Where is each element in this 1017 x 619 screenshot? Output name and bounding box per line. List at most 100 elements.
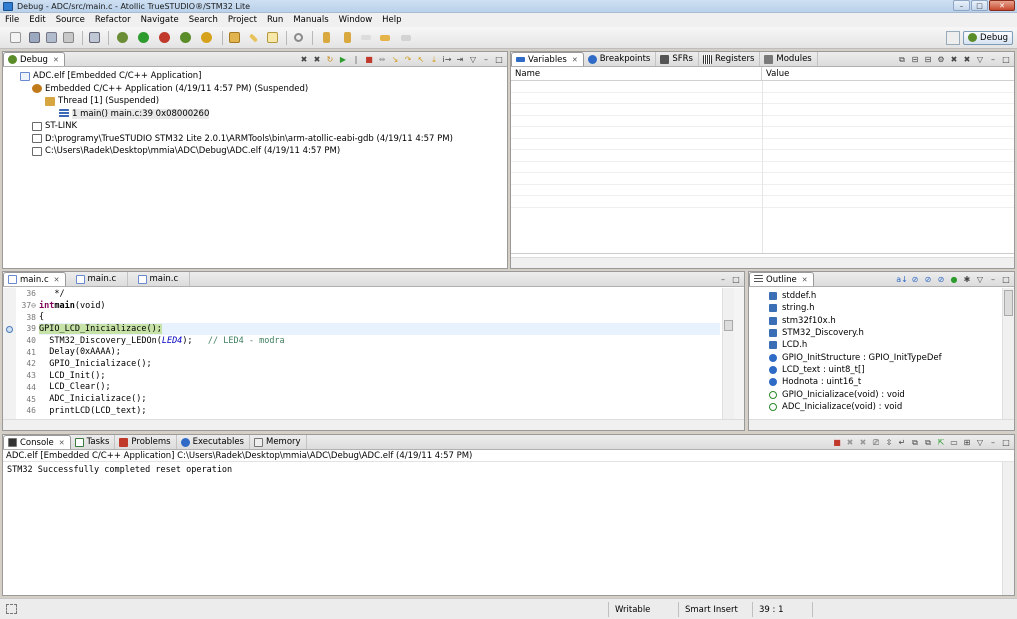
fast-view-icon[interactable]	[6, 604, 17, 614]
build-icon[interactable]	[87, 31, 101, 45]
search-icon[interactable]	[291, 31, 305, 45]
show-logical-icon[interactable]: ⊟	[910, 55, 920, 65]
display-console-icon[interactable]: ▭	[949, 438, 959, 448]
new-icon[interactable]	[6, 31, 24, 45]
restart-icon[interactable]: ↻	[325, 55, 335, 65]
tab-registers[interactable]: Registers	[699, 52, 761, 66]
maximize-view-icon[interactable]: □	[731, 275, 741, 285]
remove-all-icon[interactable]: ✖	[962, 55, 972, 65]
debug-icon[interactable]	[176, 31, 194, 45]
minimize-button[interactable]: –	[953, 0, 970, 11]
open-perspective-icon[interactable]	[946, 30, 961, 45]
menu-search[interactable]: Search	[184, 15, 223, 25]
group-icon[interactable]: ✱	[962, 275, 972, 285]
add-variable-icon[interactable]: ⚙	[936, 55, 946, 65]
terminate-icon[interactable]: ■	[364, 55, 374, 65]
maximize-button[interactable]: □	[971, 0, 988, 11]
tab-sfrs[interactable]: SFRs	[656, 52, 699, 66]
maximize-view-icon[interactable]: □	[1001, 55, 1011, 65]
resume-icon[interactable]: ▶	[338, 55, 348, 65]
tree-item-stack-frame[interactable]: 1 main() main.c:39 0x08000260	[9, 108, 453, 121]
scrollbar-thumb[interactable]	[1004, 290, 1013, 316]
collapse-all-icon[interactable]: ⊟	[923, 55, 933, 65]
menu-window[interactable]: Window	[334, 15, 378, 25]
outline-horizontal-scrollbar[interactable]	[749, 419, 1014, 430]
minimize-view-icon[interactable]: –	[988, 55, 998, 65]
close-icon[interactable]: ✕	[572, 56, 578, 64]
hide-static-icon[interactable]: ⊘	[923, 275, 933, 285]
debug-perspective-button[interactable]: Debug	[963, 30, 1013, 45]
menu-navigate[interactable]: Navigate	[136, 15, 184, 25]
code-editor[interactable]: */ int main (void) { GPIO_LCD_Inicializac…	[39, 288, 720, 419]
use-step-filters-icon[interactable]: ⇥	[455, 55, 465, 65]
tree-item-elf[interactable]: C:\Users\Radek\Desktop\mmia\ADC\Debug\AD…	[9, 145, 453, 158]
outline-item[interactable]: stddef.h	[769, 290, 942, 302]
prev-annotation-icon[interactable]	[338, 31, 356, 45]
console-output[interactable]: STM32 Successfully completed reset opera…	[7, 465, 232, 475]
remove-icon[interactable]: ✖	[949, 55, 959, 65]
outline-item[interactable]: STM32_Discovery.h	[769, 327, 942, 339]
overview-ruler[interactable]	[734, 288, 744, 419]
build-config-icon[interactable]	[113, 31, 131, 45]
sort-icon[interactable]: a↓	[896, 275, 908, 285]
minimize-view-icon[interactable]: –	[988, 275, 998, 285]
menu-file[interactable]: File	[0, 15, 24, 25]
maximize-view-icon[interactable]: □	[1001, 275, 1011, 285]
horizontal-scrollbar[interactable]	[511, 257, 1014, 268]
terminate-icon[interactable]: ■	[832, 438, 842, 448]
column-name[interactable]: Name	[511, 67, 762, 80]
instruction-step-icon[interactable]: i→	[442, 55, 452, 65]
profile-icon[interactable]	[197, 31, 215, 45]
outline-item[interactable]: Hodnota : uint16_t	[769, 376, 942, 388]
tab-memory[interactable]: Memory	[250, 435, 307, 449]
tab-tasks[interactable]: Tasks	[71, 435, 116, 449]
remove-launch-icon[interactable]: ✖	[845, 438, 855, 448]
minimize-view-icon[interactable]: –	[718, 275, 728, 285]
tree-item-gdb[interactable]: D:\programy\TrueSTUDIO STM32 Lite 2.0.1\…	[9, 133, 453, 146]
pin-console-icon[interactable]: ⇱	[936, 438, 946, 448]
maximize-view-icon[interactable]: □	[1001, 438, 1011, 448]
step-into-icon[interactable]: ↘	[390, 55, 400, 65]
link-editor-icon[interactable]: ●	[949, 275, 959, 285]
show-stderr-icon[interactable]: ⧉	[923, 438, 933, 448]
menu-edit[interactable]: Edit	[24, 15, 50, 25]
outline-item[interactable]: string.h	[769, 302, 942, 314]
scrollbar-thumb[interactable]	[724, 320, 733, 331]
tab-main-c-2[interactable]: main.c	[66, 272, 128, 286]
tree-item-stlink[interactable]: ST-LINK	[9, 120, 453, 133]
close-icon[interactable]: ✕	[53, 56, 59, 64]
tab-main-c-3[interactable]: main.c	[128, 272, 190, 286]
scroll-lock-icon[interactable]: ⇳	[884, 438, 894, 448]
toggle-mark-icon[interactable]	[265, 31, 279, 45]
forward-icon[interactable]	[397, 31, 415, 45]
remove-all-icon[interactable]: ✖	[312, 55, 322, 65]
tree-item-application[interactable]: Embedded C/C++ Application (4/19/11 4:57…	[9, 83, 453, 96]
tab-debug[interactable]: Debug ✕	[3, 52, 65, 66]
editor-horizontal-scrollbar[interactable]	[3, 419, 744, 430]
disconnect-icon[interactable]: ⇹	[377, 55, 387, 65]
remove-all-icon[interactable]: ✖	[858, 438, 868, 448]
menu-run[interactable]: Run	[262, 15, 288, 25]
clear-console-icon[interactable]: ⎚	[871, 438, 881, 448]
menu-refactor[interactable]: Refactor	[90, 15, 136, 25]
step-over-icon[interactable]: ↷	[403, 55, 413, 65]
editor-vertical-scrollbar[interactable]	[722, 288, 734, 419]
close-icon[interactable]: ✕	[802, 276, 808, 284]
remove-terminated-icon[interactable]: ✖	[299, 55, 309, 65]
menu-project[interactable]: Project	[223, 15, 262, 25]
outline-item[interactable]: ADC_Inicializace(void) : void	[769, 401, 942, 413]
tab-console[interactable]: Console ✕	[3, 435, 71, 449]
menu-manuals[interactable]: Manuals	[288, 15, 333, 25]
tab-problems[interactable]: Problems	[115, 435, 177, 449]
view-menu-icon[interactable]: ▽	[975, 438, 985, 448]
open-folder-icon[interactable]	[227, 31, 241, 45]
outline-item[interactable]: LCD_text : uint8_t[]	[769, 364, 942, 376]
outline-item[interactable]: GPIO_InitStructure : GPIO_InitTypeDef	[769, 351, 942, 363]
run-icon[interactable]	[134, 31, 152, 45]
close-icon[interactable]: ✕	[59, 439, 65, 447]
open-console-icon[interactable]: ⊞	[962, 438, 972, 448]
view-menu-icon[interactable]: ▽	[975, 275, 985, 285]
tab-main-c[interactable]: main.c ✕	[3, 272, 66, 286]
view-menu-icon[interactable]: ▽	[975, 55, 985, 65]
column-value[interactable]: Value	[762, 67, 1014, 80]
